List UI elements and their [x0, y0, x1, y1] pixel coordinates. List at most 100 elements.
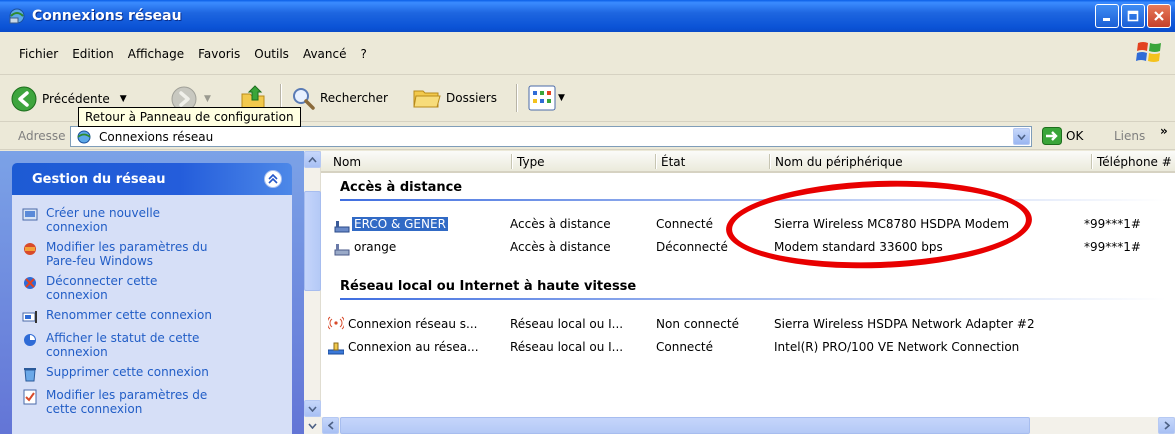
scroll-right-button[interactable] [1158, 417, 1175, 434]
vertical-scrollbar[interactable] [304, 151, 321, 417]
firewall-icon [24, 243, 36, 255]
device-name: Sierra Wireless HSDPA Network Adapter #2 [774, 317, 1035, 331]
menu-edition[interactable]: Edition [65, 44, 121, 64]
table-row[interactable]: Connexion au résea... Réseau local ou I.… [304, 340, 1175, 358]
task-label: Modifier les paramètres du Pare-feu Wind… [46, 240, 208, 268]
folders-label: Dossiers [446, 91, 497, 105]
views-dropdown-icon[interactable]: ▼ [558, 93, 565, 103]
column-type[interactable]: Type [517, 155, 545, 169]
connection-type: Réseau local ou I... [510, 340, 624, 354]
delete-icon [24, 368, 36, 382]
panel-title: Gestion du réseau [32, 171, 166, 187]
views-button[interactable]: ▼ [528, 85, 565, 111]
status-icon [24, 334, 36, 346]
task-change-settings[interactable]: Modifier les paramètres de cette connexi… [12, 385, 292, 419]
horizontal-scrollbar[interactable] [304, 417, 1175, 434]
lan-connection-icon [328, 342, 344, 355]
task-rename[interactable]: Renommer cette connexion [12, 305, 292, 328]
horizontal-scroll-thumb[interactable] [340, 417, 1030, 434]
search-label: Rechercher [320, 91, 388, 105]
back-arrow-icon [11, 86, 37, 112]
panel-body: Créer une nouvelle connexion Modifier le… [12, 195, 292, 434]
scroll-down-button[interactable] [304, 400, 321, 417]
chevron-down-icon [308, 405, 317, 412]
scroll-left-button[interactable] [322, 417, 339, 434]
tooltip: Retour à Panneau de configuration [78, 107, 301, 127]
wireless-adapter-icon [328, 316, 344, 330]
go-label: OK [1066, 129, 1084, 143]
menu-avance[interactable]: Avancé [296, 44, 354, 64]
chevron-down-icon [1017, 133, 1026, 140]
menu-outils[interactable]: Outils [247, 44, 296, 64]
connection-name: ERCO & GENER [352, 217, 448, 231]
task-view-status[interactable]: Afficher le statut de cette connexion [12, 328, 292, 362]
connection-name: Connexion réseau s... [348, 317, 478, 331]
menu-favoris[interactable]: Favoris [191, 44, 247, 64]
task-label: Afficher le statut de cette connexion [46, 331, 200, 359]
links-label[interactable]: Liens [1114, 129, 1145, 143]
task-label: Renommer cette connexion [46, 308, 212, 322]
chevron-down-icon [308, 422, 317, 429]
menu-affichage[interactable]: Affichage [121, 44, 191, 64]
table-row[interactable]: ERCO & GENER Accès à distance Connecté S… [304, 217, 1175, 235]
address-value: Connexions réseau [99, 129, 214, 144]
collapse-button[interactable] [264, 170, 282, 188]
connection-state: Connecté [656, 217, 713, 231]
task-label: Modifier les paramètres de cette connexi… [46, 388, 208, 416]
menu-fichier[interactable]: Fichier [12, 44, 65, 64]
back-dropdown-icon[interactable]: ▼ [120, 94, 127, 104]
address-dropdown-button[interactable] [1013, 128, 1030, 145]
back-label: Précédente [42, 92, 110, 106]
connection-type: Accès à distance [510, 240, 611, 254]
column-device[interactable]: Nom du périphérique [775, 155, 903, 169]
connection-name: orange [354, 240, 397, 254]
network-connections-small-icon [77, 130, 91, 143]
menu-bar: Fichier Edition Affichage Favoris Outils… [0, 32, 1175, 75]
close-button[interactable] [1147, 4, 1171, 28]
task-new-connection[interactable]: Créer une nouvelle connexion [12, 203, 292, 237]
address-label: Adresse [18, 129, 66, 143]
go-arrow-icon [1042, 127, 1062, 145]
minimize-button[interactable] [1095, 4, 1119, 28]
dialup-connection-icon [334, 244, 350, 256]
close-icon [1154, 11, 1164, 21]
table-row[interactable]: orange Accès à distance Déconnecté Modem… [304, 240, 1175, 258]
maximize-button[interactable] [1121, 4, 1145, 28]
address-field[interactable]: Connexions réseau [70, 126, 1032, 147]
device-name: Intel(R) PRO/100 VE Network Connection [774, 340, 1020, 354]
task-label: Créer une nouvelle connexion [46, 206, 161, 234]
dialup-connection-icon [334, 221, 350, 233]
connection-state: Connecté [656, 340, 713, 354]
task-disconnect[interactable]: Déconnecter cette connexion [12, 271, 292, 305]
group-title: Accès à distance [340, 180, 463, 195]
links-more-icon[interactable]: » [1160, 124, 1168, 138]
connection-type: Réseau local ou I... [510, 317, 624, 331]
maximize-icon [1127, 10, 1139, 22]
collapse-indicator [304, 417, 321, 434]
column-name[interactable]: Nom [333, 155, 361, 169]
table-row[interactable]: Connexion réseau s... Réseau local ou I.… [304, 316, 1175, 335]
forward-dropdown-icon[interactable]: ▼ [204, 94, 211, 104]
go-button[interactable]: OK [1042, 127, 1083, 145]
title-bar: Connexions réseau [0, 0, 1175, 32]
column-phone[interactable]: Téléphone # [1097, 155, 1172, 169]
column-header: Nom Type État Nom du périphérique Téléph… [321, 151, 1175, 173]
panel-header[interactable]: Gestion du réseau [12, 163, 292, 195]
new-connection-icon [22, 208, 38, 221]
device-name: Sierra Wireless MC8780 HSDPA Modem [774, 217, 1010, 231]
folders-icon [413, 90, 441, 108]
network-connections-icon [9, 8, 25, 24]
menu-help[interactable]: ? [353, 44, 373, 64]
chevron-left-icon [327, 421, 334, 430]
settings-icon [23, 389, 37, 405]
scroll-up-button[interactable] [304, 151, 321, 168]
disconnect-icon [24, 277, 36, 289]
chevron-right-icon [1163, 421, 1170, 430]
task-firewall-settings[interactable]: Modifier les paramètres du Pare-feu Wind… [12, 237, 292, 271]
rename-icon [22, 311, 37, 323]
column-state[interactable]: État [661, 155, 685, 169]
chevron-up-icon [268, 174, 278, 184]
folders-button[interactable]: Dossiers [412, 85, 497, 111]
task-delete[interactable]: Supprimer cette connexion [12, 362, 292, 385]
search-button[interactable]: Rechercher [290, 85, 388, 111]
